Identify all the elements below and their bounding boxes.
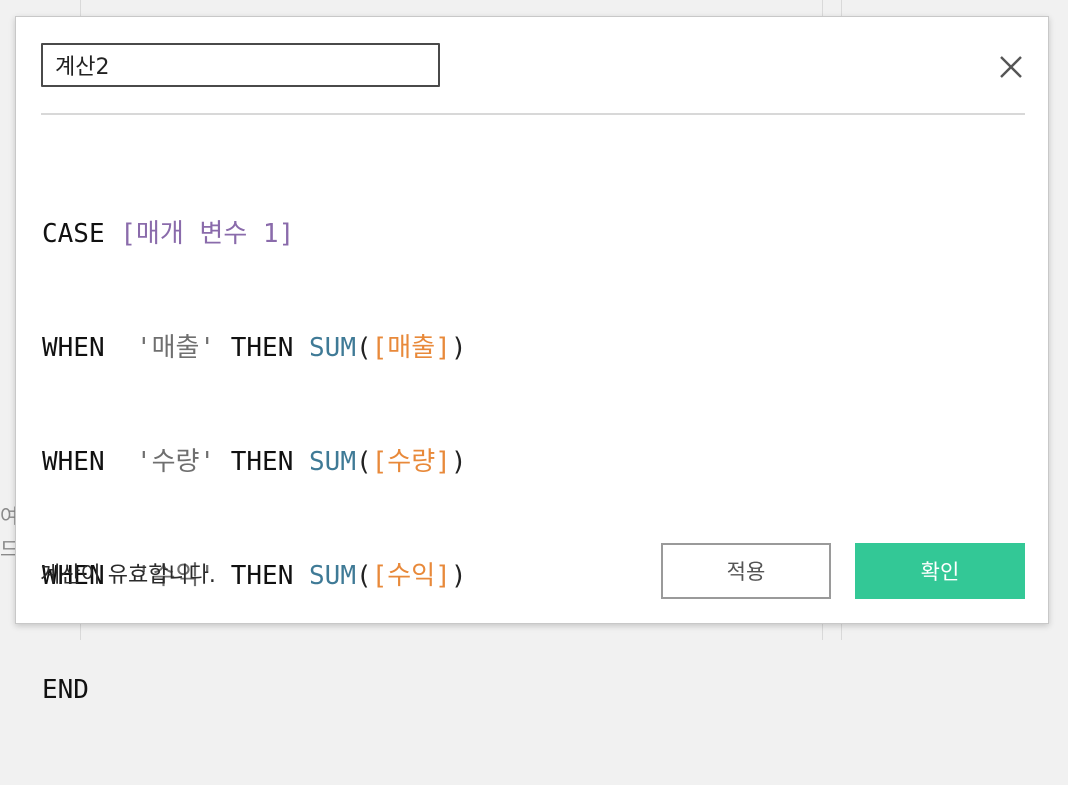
open-paren: ( [356, 333, 372, 363]
string-literal: '수량' [136, 447, 215, 477]
field-reference: [수량] [372, 447, 451, 477]
formula-editor[interactable]: CASE [매개 변수 1] WHEN '매출' THEN SUM([매출]) … [42, 139, 1022, 479]
keyword-case: CASE [42, 219, 105, 249]
ok-button[interactable]: 확인 [855, 543, 1025, 599]
keyword-then: THEN [231, 447, 294, 477]
header-divider [41, 113, 1025, 115]
open-paren: ( [356, 447, 372, 477]
function-sum: SUM [309, 333, 356, 363]
function-sum: SUM [309, 447, 356, 477]
field-reference: [수익] [372, 561, 451, 591]
close-paren: ) [451, 447, 467, 477]
apply-button[interactable]: 적용 [661, 543, 831, 599]
field-reference: [매출] [372, 333, 451, 363]
validation-status: 계산이 유효합니다. [40, 557, 216, 589]
calculation-dialog: CASE [매개 변수 1] WHEN '매출' THEN SUM([매출]) … [15, 16, 1049, 624]
keyword-then: THEN [231, 333, 294, 363]
calculation-name-input[interactable] [41, 43, 440, 87]
keyword-when: WHEN [42, 447, 105, 477]
close-button[interactable] [994, 50, 1028, 84]
close-icon [994, 50, 1028, 84]
keyword-when: WHEN [42, 333, 105, 363]
close-paren: ) [451, 333, 467, 363]
parameter-reference: [매개 변수 1] [120, 219, 294, 249]
code-line: CASE [매개 변수 1] [42, 215, 1022, 253]
open-paren: ( [356, 561, 372, 591]
string-literal: '매출' [136, 333, 215, 363]
function-sum: SUM [309, 561, 356, 591]
close-paren: ) [451, 561, 467, 591]
keyword-then: THEN [231, 561, 294, 591]
code-line: WHEN '매출' THEN SUM([매출]) [42, 329, 1022, 367]
code-line: END [42, 671, 1022, 709]
keyword-end: END [42, 675, 89, 705]
code-line: WHEN '수량' THEN SUM([수량]) [42, 443, 1022, 481]
